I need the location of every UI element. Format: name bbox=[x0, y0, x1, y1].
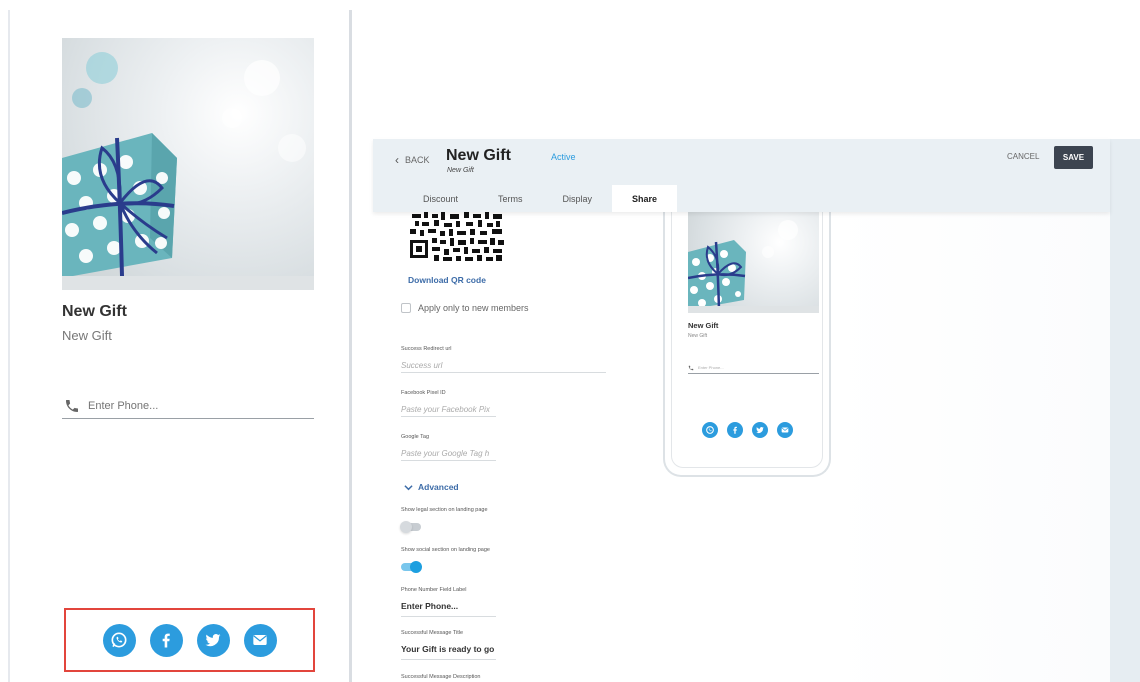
facebook-icon bbox=[162, 633, 170, 648]
success-redirect-input[interactable] bbox=[401, 359, 606, 373]
apply-new-members-checkbox[interactable] bbox=[401, 303, 411, 313]
phone-label-field[interactable]: Enter Phone... bbox=[401, 601, 496, 617]
tab-discount[interactable]: Discount bbox=[403, 185, 478, 212]
facebook-button[interactable] bbox=[149, 623, 183, 657]
preview-twitter-button bbox=[752, 422, 768, 438]
editor-side-background bbox=[1110, 139, 1140, 682]
preview-gift-image bbox=[688, 212, 819, 313]
page-subtitle: New Gift bbox=[447, 167, 474, 174]
download-qr-link[interactable]: Download QR code bbox=[408, 275, 486, 285]
success-desc-label: Successful Message Description bbox=[401, 674, 481, 680]
tab-terms[interactable]: Terms bbox=[478, 185, 543, 212]
apply-new-members-label: Apply only to new members bbox=[418, 303, 529, 313]
back-label: BACK bbox=[405, 155, 430, 165]
chevron-down-icon bbox=[404, 484, 413, 490]
facebook-pixel-label: Facebook Pixel ID bbox=[401, 390, 446, 396]
preview-phone-field: Enter Phone... bbox=[688, 362, 819, 374]
preview-email-button bbox=[777, 422, 793, 438]
editor-header: ‹ BACK New Gift New Gift Active CANCEL S… bbox=[373, 139, 1110, 212]
chevron-left-icon: ‹ bbox=[395, 153, 399, 167]
back-button[interactable]: ‹ BACK bbox=[395, 153, 430, 167]
whatsapp-button[interactable] bbox=[102, 623, 136, 657]
preview-facebook-button bbox=[727, 422, 743, 438]
tab-display[interactable]: Display bbox=[543, 185, 613, 212]
landing-preview-panel: New Gift New Gift bbox=[8, 10, 352, 682]
social-section-highlight bbox=[64, 608, 315, 672]
success-redirect-label: Success Redirect url bbox=[401, 346, 452, 352]
show-legal-toggle[interactable] bbox=[400, 521, 421, 533]
preview-title: New Gift bbox=[688, 321, 719, 330]
whatsapp-icon bbox=[111, 632, 127, 648]
google-tag-input[interactable] bbox=[401, 447, 496, 461]
status-badge: Active bbox=[551, 152, 576, 162]
phone-icon bbox=[66, 399, 78, 412]
phone-label-field-label: Phone Number Field Label bbox=[401, 587, 467, 593]
qr-code bbox=[410, 212, 504, 261]
twitter-button[interactable] bbox=[196, 623, 230, 657]
preview-phone-placeholder: Enter Phone... bbox=[698, 365, 724, 370]
success-title-label: Successful Message Title bbox=[401, 630, 464, 636]
tab-share[interactable]: Share bbox=[612, 185, 678, 212]
tab-bar: Discount Terms Display Share bbox=[403, 185, 678, 212]
phone-input[interactable] bbox=[88, 399, 288, 412]
facebook-pixel-input[interactable] bbox=[401, 403, 496, 417]
phone-preview: New Gift New Gift Enter Phone... bbox=[663, 202, 831, 477]
advanced-label: Advanced bbox=[418, 482, 459, 492]
show-legal-label: Show legal section on landing page bbox=[401, 507, 488, 513]
whatsapp-icon bbox=[706, 426, 714, 434]
campaign-editor: ‹ BACK New Gift New Gift Active CANCEL S… bbox=[373, 139, 1110, 682]
page-title: New Gift bbox=[446, 147, 511, 164]
advanced-toggle[interactable]: Advanced bbox=[404, 482, 459, 492]
save-button[interactable]: SAVE bbox=[1054, 146, 1093, 169]
preview-subtitle: New Gift bbox=[688, 333, 708, 339]
show-social-toggle[interactable] bbox=[401, 561, 422, 573]
apply-new-members-row[interactable]: Apply only to new members bbox=[401, 303, 529, 313]
phone-field[interactable] bbox=[62, 393, 314, 419]
preview-whatsapp-button bbox=[702, 422, 718, 438]
preview-social-section bbox=[702, 422, 793, 438]
gift-image bbox=[62, 38, 314, 290]
show-social-label: Show social section on landing page bbox=[401, 547, 490, 553]
success-title-field[interactable]: Your Gift is ready to go bbox=[401, 644, 496, 660]
facebook-icon bbox=[733, 426, 737, 434]
email-icon bbox=[253, 635, 267, 645]
twitter-icon bbox=[756, 427, 764, 434]
email-icon bbox=[781, 427, 789, 433]
google-tag-label: Google Tag bbox=[401, 434, 430, 440]
email-button[interactable] bbox=[243, 623, 277, 657]
phone-icon bbox=[688, 365, 694, 370]
landing-title: New Gift bbox=[62, 303, 127, 320]
twitter-icon bbox=[205, 634, 221, 647]
landing-subtitle: New Gift bbox=[62, 328, 112, 343]
cancel-button[interactable]: CANCEL bbox=[1007, 152, 1039, 161]
